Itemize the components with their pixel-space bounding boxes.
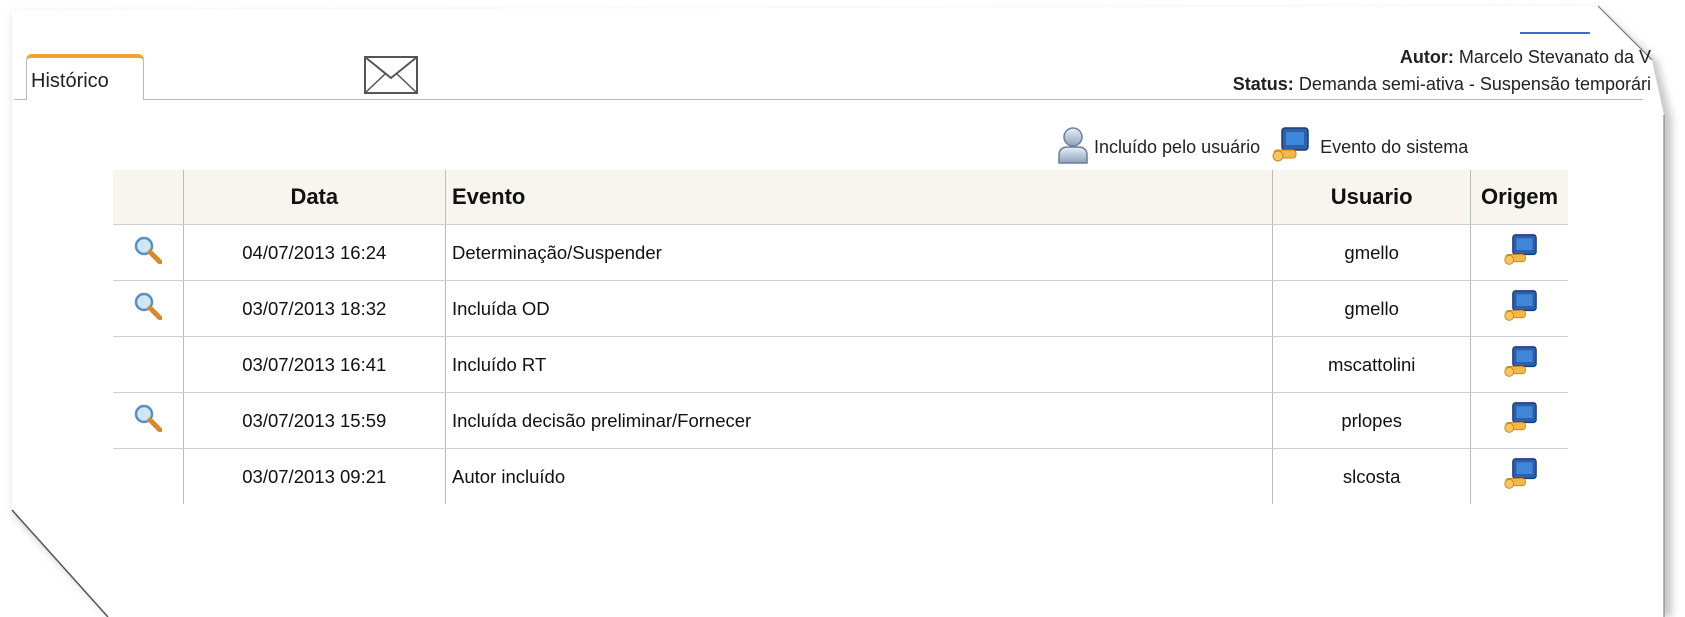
cell-origem [1470, 392, 1568, 449]
table-row: 03/07/2013 16:41 Incluído RT mscattolini [113, 336, 1568, 393]
cell-usuario: prlopes [1272, 392, 1472, 449]
magnifier-icon[interactable] [134, 236, 163, 269]
row-action-cell [113, 336, 184, 393]
header-info: Autor: Marcelo Stevanato da V Status: De… [851, 44, 1651, 98]
table-row: 03/07/2013 15:59 Incluída decisão prelim… [113, 392, 1568, 449]
cell-evento: Autor incluído [445, 448, 1274, 504]
header-data[interactable]: Data [183, 170, 446, 225]
cell-origem [1471, 449, 1568, 505]
table-row: 03/07/2013 18:32 Incluída OD gmello [113, 280, 1568, 337]
cell-origem [1470, 224, 1568, 281]
status-line: Status: Demanda semi-ativa - Suspensão t… [851, 71, 1651, 98]
cell-data: 03/07/2013 15:59 [183, 392, 446, 449]
header-origem[interactable]: Origem [1470, 170, 1568, 225]
legend-system-label: Evento do sistema [1320, 136, 1469, 157]
cell-usuario: mscattolini [1272, 336, 1472, 393]
autor-label: Autor: [1399, 47, 1454, 67]
cell-data: 03/07/2013 09:21 [183, 448, 446, 504]
history-table: Data Evento Usuario Origem 04/07/2013 16… [113, 170, 1568, 504]
header-evento[interactable]: Evento [445, 170, 1274, 225]
cell-usuario: slcosta [1272, 448, 1472, 504]
header-usuario[interactable]: Usuario [1272, 170, 1472, 225]
table-header-row: Data Evento Usuario Origem [113, 170, 1568, 225]
table-row: 04/07/2013 16:24 Determinação/Suspender … [113, 224, 1568, 281]
cell-evento: Incluído RT [445, 336, 1274, 393]
cell-data: 04/07/2013 16:24 [183, 224, 446, 281]
user-icon [1056, 126, 1090, 169]
status-value: Demanda semi-ativa - Suspensão temporári [1298, 74, 1651, 94]
envelope-icon[interactable] [364, 56, 418, 99]
legend-user: Incluído pelo usuário [1056, 126, 1260, 169]
cell-evento: Incluída decisão preliminar/Fornecer [445, 392, 1274, 449]
legend-user-label: Incluído pelo usuário [1094, 136, 1261, 157]
row-action-cell [113, 392, 184, 449]
cell-origem [1470, 336, 1568, 393]
table-row: 03/07/2013 09:21 Autor incluído slcosta [113, 448, 1568, 505]
system-event-icon [1502, 401, 1538, 440]
cell-data: 03/07/2013 16:41 [183, 336, 446, 393]
cell-data: 03/07/2013 18:32 [183, 280, 446, 337]
legend: Incluído pelo usuário Evento do sistema [1056, 126, 1468, 169]
cell-evento: Incluída OD [445, 280, 1274, 337]
magnifier-icon[interactable] [134, 292, 163, 325]
cell-origem [1470, 280, 1568, 337]
cell-usuario: gmello [1272, 280, 1472, 337]
row-action-cell [113, 280, 184, 337]
tab-historico[interactable]: Histórico [26, 54, 144, 100]
status-label: Status: [1232, 74, 1294, 94]
tab-divider [143, 99, 1643, 100]
autor-value: Marcelo Stevanato da V [1458, 47, 1651, 67]
tab-divider-left [14, 99, 26, 100]
system-event-icon [1502, 457, 1538, 496]
magnifier-icon[interactable] [134, 404, 163, 437]
autor-line: Autor: Marcelo Stevanato da V [851, 44, 1651, 71]
system-event-icon [1502, 345, 1538, 384]
row-action-cell [113, 448, 184, 504]
system-event-icon [1270, 126, 1310, 169]
cell-usuario: gmello [1272, 224, 1472, 281]
cell-evento: Determinação/Suspender [445, 224, 1274, 281]
row-action-cell [113, 224, 184, 281]
system-event-icon [1502, 233, 1538, 272]
system-event-icon [1502, 289, 1538, 328]
header-link-underline[interactable] [1520, 32, 1590, 34]
legend-system: Evento do sistema [1270, 126, 1468, 169]
header-icon-col [113, 170, 184, 225]
tab-historico-label: Histórico [31, 70, 109, 92]
